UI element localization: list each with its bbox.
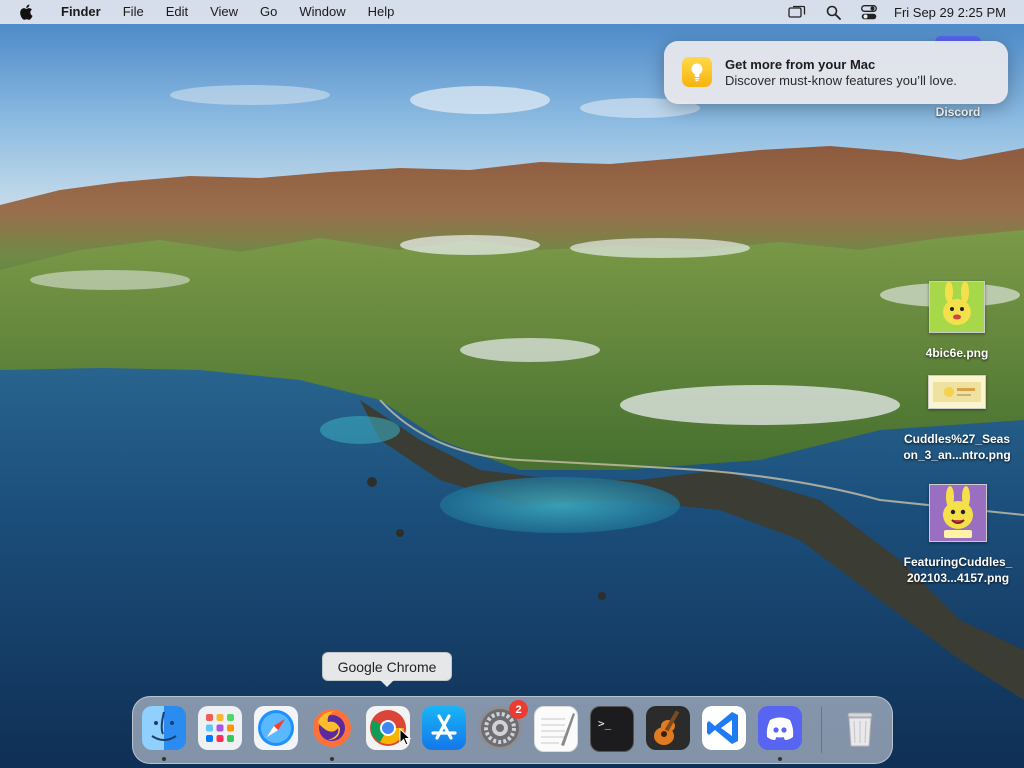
search-icon[interactable] (824, 3, 842, 21)
menu-help[interactable]: Help (357, 0, 406, 24)
dock-running-indicator (778, 757, 782, 761)
dock-discord-icon[interactable] (758, 706, 802, 750)
dock-separator (821, 707, 822, 753)
notification-badge: 2 (509, 700, 528, 719)
notification-body: Discover must-know features you’ll love. (725, 73, 957, 88)
image-thumbnail (929, 281, 985, 333)
svg-text:>_: >_ (598, 717, 612, 730)
menubar-clock[interactable]: Fri Sep 29 2:25 PM (894, 5, 1006, 20)
desktop-file-label: 4bic6e.png (925, 346, 989, 360)
apple-menu-icon[interactable] (18, 3, 36, 21)
dock-system-preferences-icon[interactable]: 2 (478, 700, 528, 750)
image-thumbnail (928, 375, 986, 409)
desktop-file-cuddles-season[interactable]: Cuddles%27_Seas on_3_an...ntro.png (896, 375, 1018, 463)
wallpaper-landscape (0, 0, 1024, 768)
dock-terminal-icon[interactable]: >_ (590, 706, 634, 752)
dock: 2 >_ (132, 696, 893, 764)
dock-vscode-icon[interactable] (702, 706, 746, 750)
dock-launchpad-icon[interactable] (198, 706, 242, 750)
desktop-file-label-line1: Cuddles%27_Seas (903, 432, 1011, 446)
dock-app-store-icon[interactable] (422, 706, 466, 750)
dock-safari-icon[interactable] (254, 706, 298, 750)
dock-garageband-icon[interactable] (646, 706, 690, 750)
desktop-file-label-line2: on_3_an...ntro.png (903, 448, 1011, 462)
menu-window[interactable]: Window (288, 0, 356, 24)
notification-banner[interactable]: Get more from your Mac Discover must-kno… (664, 41, 1008, 104)
desktop-file-label-line1: FeaturingCuddles_ (903, 555, 1013, 569)
menu-view[interactable]: View (199, 0, 249, 24)
dock-running-indicator (162, 757, 166, 761)
lightbulb-icon (682, 57, 712, 87)
desktop-wallpaper (0, 0, 1024, 768)
dock-finder-icon[interactable] (142, 706, 186, 750)
screen-mirroring-icon[interactable] (788, 3, 806, 21)
dock-running-indicator (330, 757, 334, 761)
dock-textedit-icon[interactable] (534, 706, 578, 752)
mouse-cursor-icon (399, 728, 411, 746)
menu-bar: Finder File Edit View Go Window Help Fri… (0, 0, 1024, 24)
dock-firefox-icon[interactable] (310, 706, 354, 750)
dock-trash-icon[interactable] (838, 706, 882, 750)
desktop-icon-label: Discord (935, 105, 981, 119)
control-center-icon[interactable] (860, 3, 878, 21)
menu-go[interactable]: Go (249, 0, 288, 24)
desktop-file-label-line2: 202103...4157.png (906, 571, 1010, 585)
menu-finder[interactable]: Finder (50, 0, 112, 24)
menu-file[interactable]: File (112, 0, 155, 24)
dock-tooltip: Google Chrome (322, 652, 452, 687)
desktop-file-4bic6e[interactable]: 4bic6e.png (914, 281, 1000, 361)
menu-edit[interactable]: Edit (155, 0, 199, 24)
desktop-file-featuring-cuddles[interactable]: FeaturingCuddles_ 202103...4157.png (896, 484, 1020, 586)
image-thumbnail (929, 484, 987, 542)
notification-title: Get more from your Mac (725, 57, 876, 72)
